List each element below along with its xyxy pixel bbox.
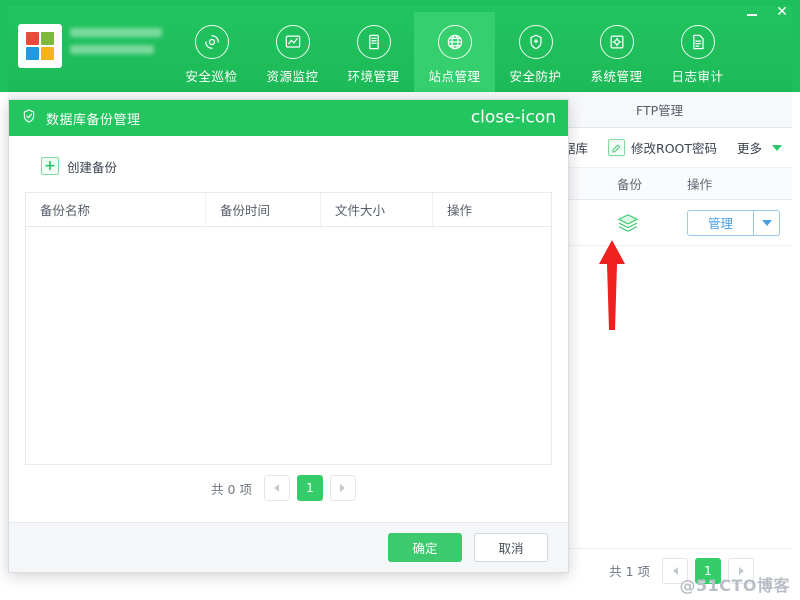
nav-item-site-manage[interactable]: 站点管理 bbox=[414, 12, 495, 98]
backup-table-body bbox=[26, 227, 551, 464]
create-backup-button[interactable]: + 创建备份 bbox=[41, 157, 117, 176]
top-toolbar-inner: 安全巡检 资源监控 环境管理 站点管理 安全防护 系统管理 日志审计 bbox=[8, 6, 792, 98]
chevron-down-icon bbox=[772, 144, 783, 151]
backup-table-header: 备份名称 备份时间 文件大小 操作 bbox=[26, 193, 551, 227]
brand-text-redacted bbox=[70, 28, 168, 64]
minimize-button[interactable] bbox=[744, 4, 760, 20]
dialog-body: + 创建备份 备份名称 备份时间 文件大小 操作 共 0 项 1 bbox=[9, 136, 568, 522]
dialog-footer: 确定 取消 bbox=[9, 522, 568, 572]
close-icon[interactable]: close-icon bbox=[471, 109, 556, 127]
window-controls: ✕ bbox=[744, 4, 790, 20]
nav-label: 环境管理 bbox=[347, 69, 400, 84]
nav-item-system-manage[interactable]: 系统管理 bbox=[576, 12, 657, 98]
column-backup-time: 备份时间 bbox=[206, 193, 321, 226]
dialog-pagination-row: 共 0 项 1 bbox=[25, 465, 552, 511]
chevron-left-icon bbox=[672, 566, 678, 575]
top-toolbar: 安全巡检 资源监控 环境管理 站点管理 安全防护 系统管理 日志审计 ✕ bbox=[0, 0, 800, 98]
nav-item-security-inspection[interactable]: 安全巡检 bbox=[171, 12, 252, 98]
column-backup-name: 备份名称 bbox=[26, 193, 206, 226]
pagination-total: 共 0 项 bbox=[211, 481, 252, 497]
security-inspection-icon bbox=[194, 25, 229, 59]
system-settings-icon bbox=[599, 25, 634, 59]
nav-item-security-shield[interactable]: 安全防护 bbox=[495, 12, 576, 98]
nav-item-environment-manage[interactable]: 环境管理 bbox=[333, 12, 414, 98]
change-root-password-button[interactable]: 修改ROOT密码 bbox=[608, 138, 717, 157]
bg-column-backup: 备份 bbox=[617, 177, 643, 192]
windows-logo-icon bbox=[26, 32, 54, 60]
nav-label: 站点管理 bbox=[428, 69, 481, 84]
resource-monitor-icon bbox=[275, 25, 310, 59]
dialog-header: 数据库备份管理 close-icon bbox=[9, 100, 568, 136]
create-backup-label: 创建备份 bbox=[67, 159, 118, 175]
dialog-title: 数据库备份管理 bbox=[46, 112, 141, 128]
site-manage-globe-icon bbox=[437, 25, 472, 59]
nav-item-resource-monitor[interactable]: 资源监控 bbox=[252, 12, 333, 98]
bg-cell-action: 管理 bbox=[673, 200, 783, 245]
cancel-button[interactable]: 取消 bbox=[474, 533, 548, 562]
pagination-page-1[interactable]: 1 bbox=[296, 475, 323, 501]
manage-button-label: 管理 bbox=[708, 216, 734, 231]
tab-ftp-manage[interactable]: FTP管理 bbox=[618, 92, 701, 127]
change-root-password-label: 修改ROOT密码 bbox=[631, 141, 718, 156]
environment-manage-icon bbox=[356, 25, 391, 59]
nav-label: 安全巡检 bbox=[185, 69, 238, 84]
tab-label: FTP管理 bbox=[636, 103, 684, 118]
chevron-left-icon bbox=[274, 484, 280, 492]
database-backup-dialog: 数据库备份管理 close-icon + 创建备份 备份名称 备份时间 文件大小… bbox=[8, 99, 569, 573]
main-nav: 安全巡检 资源监控 环境管理 站点管理 安全防护 系统管理 日志审计 bbox=[171, 12, 738, 98]
dialog-actionbar: + 创建备份 bbox=[25, 148, 552, 184]
confirm-button[interactable]: 确定 bbox=[388, 533, 462, 562]
dialog-pagination: 共 0 项 1 bbox=[211, 475, 356, 501]
close-window-button[interactable]: ✕ bbox=[774, 4, 790, 20]
chevron-right-icon bbox=[340, 484, 346, 492]
manage-split-button[interactable]: 管理 bbox=[687, 209, 781, 236]
more-dropdown[interactable]: 更多 bbox=[737, 138, 783, 157]
chevron-down-icon[interactable] bbox=[753, 210, 779, 235]
pagination-prev-button[interactable] bbox=[263, 475, 290, 501]
app-logo bbox=[18, 24, 62, 68]
log-audit-icon bbox=[680, 25, 715, 59]
nav-label: 资源监控 bbox=[266, 69, 319, 84]
security-shield-icon bbox=[518, 25, 553, 59]
nav-label: 系统管理 bbox=[590, 69, 643, 84]
application-window: 安全巡检 资源监控 环境管理 站点管理 安全防护 系统管理 日志审计 ✕ FTP… bbox=[0, 0, 800, 600]
pagination-next-button[interactable] bbox=[329, 475, 356, 501]
edit-pencil-icon bbox=[608, 139, 626, 156]
layers-stack-icon[interactable] bbox=[617, 213, 639, 233]
pagination-total: 共 1 项 bbox=[609, 564, 650, 579]
nav-label: 安全防护 bbox=[509, 69, 562, 84]
column-operation: 操作 bbox=[447, 203, 473, 218]
backup-table: 备份名称 备份时间 文件大小 操作 bbox=[25, 192, 552, 465]
bg-cell-backup[interactable] bbox=[603, 200, 673, 245]
watermark: @51CTO博客 bbox=[679, 576, 790, 595]
nav-label: 日志审计 bbox=[671, 69, 724, 84]
more-label: 更多 bbox=[737, 141, 763, 156]
shield-check-icon bbox=[21, 108, 37, 128]
column-file-size: 文件大小 bbox=[321, 193, 433, 226]
nav-item-log-audit[interactable]: 日志审计 bbox=[657, 12, 738, 98]
plus-icon: + bbox=[41, 157, 59, 175]
bg-column-action: 操作 bbox=[687, 177, 713, 192]
